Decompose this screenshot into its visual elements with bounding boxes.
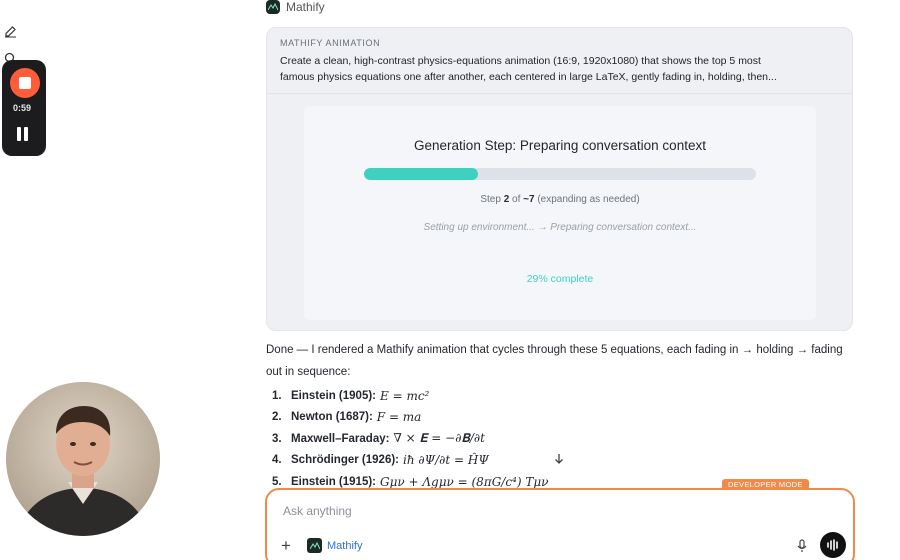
equation-name: Schrödinger (1926): [291, 454, 399, 467]
divider [267, 93, 852, 94]
step-mid: of [509, 194, 524, 205]
list-item: 2. Newton (1687): F = ma [272, 407, 548, 429]
list-number: 5. [272, 475, 282, 488]
equation-math: ∇ × 𝐄 = −∂𝐁/∂t [393, 431, 485, 446]
stop-record-button[interactable] [10, 68, 40, 98]
equation-list: 1. Einstein (1905): E = mc² 2. Newton (1687… [272, 385, 548, 493]
plus-icon[interactable]: + [281, 537, 291, 554]
assistant-reply: Done — I rendered a Mathify animation th… [266, 344, 843, 378]
stop-record-icon [19, 77, 31, 89]
animation-card: MATHIFY ANIMATION Create a clean, high-c… [266, 27, 853, 331]
voice-mode-button[interactable] [820, 532, 846, 558]
chevron-down-icon [555, 454, 563, 464]
step-total: ~7 [523, 194, 535, 205]
pause-icon[interactable] [15, 127, 29, 141]
equation-math: F = ma [376, 410, 422, 425]
progress-bar [364, 168, 756, 180]
equation-name: Einstein (1915): [291, 475, 376, 488]
webcam-person-image [6, 382, 160, 536]
list-item: 3. Maxwell–Faraday: ∇ × 𝐄 = −∂𝐁/∂t [272, 428, 548, 450]
edit-icon[interactable] [2, 23, 18, 39]
mathify-logo-icon [266, 0, 280, 14]
animation-kicker: MATHIFY ANIMATION [280, 38, 381, 48]
equation-math: E = mc² [380, 388, 430, 403]
app-name: Mathify [286, 0, 325, 14]
list-item: 1. Einstein (1905): E = mc² [272, 385, 548, 407]
recording-timer: 0:59 [12, 103, 31, 113]
sub-status: Setting up environment... → Preparing co… [423, 222, 697, 233]
scroll-to-bottom-button[interactable] [549, 449, 569, 469]
mathify-logo-icon [307, 538, 322, 553]
generation-panel: Generation Step: Preparing conversation … [304, 106, 816, 320]
equation-math: iħ ∂Ψ/∂t = ĤΨ [403, 453, 489, 468]
animation-prompt-line1: Create a clean, high-contrast physics-eq… [280, 55, 761, 67]
composer: + Mathify [265, 488, 855, 560]
webcam-overlay [6, 382, 160, 536]
app-header: Mathify [266, 0, 325, 14]
list-number: 2. [272, 411, 282, 424]
mathify-tool-chip[interactable]: Mathify [307, 538, 362, 553]
progress-fill [364, 168, 478, 180]
equation-name: Newton (1687): [291, 411, 373, 424]
animation-prompt: Create a clean, high-contrast physics-eq… [280, 53, 840, 85]
step-prefix: Step [480, 194, 504, 205]
equation-math: Gμν + Λgμν = (8πG/c⁴) Tμν [380, 474, 549, 489]
step-indicator: Step 2 of ~7 (expanding as needed) [304, 194, 816, 205]
percent-complete: 29% complete [526, 273, 594, 285]
list-number: 3. [272, 432, 282, 445]
generation-title: Generation Step: Preparing conversation … [414, 138, 706, 153]
list-number: 1. [272, 389, 282, 402]
mic-icon[interactable] [794, 538, 810, 554]
equation-name: Maxwell–Faraday: [291, 432, 390, 445]
animation-prompt-line2: famous physics equations one after anoth… [280, 71, 777, 83]
step-suffix: (expanding as needed) [534, 194, 640, 205]
list-number: 4. [272, 454, 282, 467]
tool-label: Mathify [327, 539, 363, 552]
equation-name: Einstein (1905): [291, 389, 376, 402]
message-input[interactable] [283, 504, 733, 518]
voice-wave-icon [827, 539, 838, 551]
list-item: 4. Schrödinger (1926): iħ ∂Ψ/∂t = ĤΨ [272, 450, 548, 472]
